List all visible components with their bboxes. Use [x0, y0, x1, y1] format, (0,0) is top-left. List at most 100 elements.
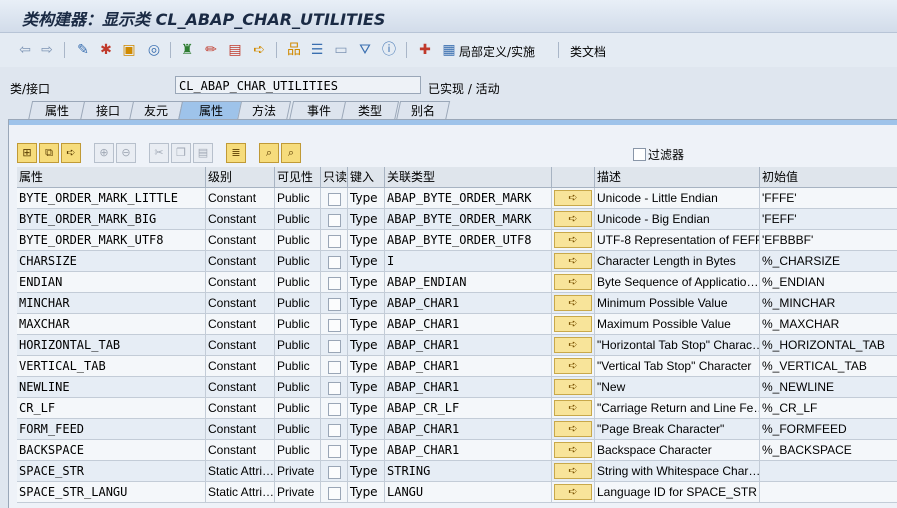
associated-type-cell[interactable]: ABAP_BYTE_ORDER_MARK — [385, 209, 552, 230]
level-cell[interactable]: Constant — [206, 377, 275, 398]
goto-type-icon[interactable]: ➪ — [554, 463, 592, 479]
typing-cell[interactable]: Type — [348, 293, 385, 314]
attribute-name-cell[interactable]: BYTE_ORDER_MARK_LITTLE — [17, 188, 206, 209]
visibility-cell[interactable]: Public — [275, 230, 321, 251]
tab-3[interactable]: 属性 — [177, 101, 245, 121]
associated-type-cell[interactable]: ABAP_CHAR1 — [385, 419, 552, 440]
level-cell[interactable]: Constant — [206, 230, 275, 251]
col-visibility-header[interactable]: 可见性 — [275, 167, 321, 187]
attribute-name-cell[interactable]: ENDIAN — [17, 272, 206, 293]
associated-type-cell[interactable]: I — [385, 251, 552, 272]
col-readonly-header[interactable]: 只读 — [321, 167, 348, 187]
visibility-cell[interactable]: Public — [275, 293, 321, 314]
visibility-cell[interactable]: Public — [275, 377, 321, 398]
table-row[interactable]: BACKSPACE Constant Public Type ABAP_CHAR1 ➪ Ba… — [17, 440, 897, 461]
goto-type-icon[interactable]: ➪ — [554, 211, 592, 227]
jump-cell[interactable]: ➪ — [552, 419, 595, 440]
readonly-cell[interactable] — [321, 335, 348, 356]
readonly-checkbox[interactable] — [328, 235, 341, 248]
level-cell[interactable]: Constant — [206, 188, 275, 209]
readonly-checkbox[interactable] — [328, 466, 341, 479]
description-cell[interactable]: Byte Sequence of Applicatio… — [595, 272, 760, 293]
level-cell[interactable]: Constant — [206, 272, 275, 293]
jump-cell[interactable]: ➪ — [552, 251, 595, 272]
readonly-cell[interactable] — [321, 251, 348, 272]
local-def-icon[interactable]: ✚ — [416, 41, 434, 59]
execute-icon[interactable]: ➪ — [250, 41, 268, 59]
attribute-name-cell[interactable]: MINCHAR — [17, 293, 206, 314]
description-cell[interactable]: "Carriage Return and Line Fe… — [595, 398, 760, 419]
readonly-cell[interactable] — [321, 272, 348, 293]
level-cell[interactable]: Constant — [206, 419, 275, 440]
attribute-name-cell[interactable]: FORM_FEED — [17, 419, 206, 440]
associated-type-cell[interactable]: ABAP_CHAR1 — [385, 440, 552, 461]
level-cell[interactable]: Constant — [206, 440, 275, 461]
local-definitions-button[interactable]: 局部定义/实施 — [459, 43, 535, 60]
table-row[interactable]: CHARSIZE Constant Public Type I ➪ Character Le… — [17, 251, 897, 272]
typing-cell[interactable]: Type — [348, 314, 385, 335]
col-initial-value-header[interactable]: 初始值 — [760, 167, 897, 187]
visibility-cell[interactable]: Public — [275, 209, 321, 230]
description-cell[interactable]: Maximum Possible Value — [595, 314, 760, 335]
initial-value-cell[interactable]: %_ENDIAN — [760, 272, 897, 293]
jump-cell[interactable]: ➪ — [552, 482, 595, 503]
visibility-cell[interactable]: Public — [275, 398, 321, 419]
attribute-name-cell[interactable]: HORIZONTAL_TAB — [17, 335, 206, 356]
associated-type-cell[interactable]: ABAP_CR_LF — [385, 398, 552, 419]
readonly-checkbox[interactable] — [328, 298, 341, 311]
readonly-checkbox[interactable] — [328, 340, 341, 353]
associated-type-cell[interactable]: ABAP_CHAR1 — [385, 377, 552, 398]
paste-icon[interactable]: ▤ — [193, 143, 213, 163]
info-icon[interactable]: ⓘ — [380, 41, 398, 59]
typing-cell[interactable]: Type — [348, 482, 385, 503]
description-cell[interactable]: UTF-8 Representation of FEFF — [595, 230, 760, 251]
initial-value-cell[interactable]: %_CHARSIZE — [760, 251, 897, 272]
sort-icon[interactable]: ≣ — [226, 143, 246, 163]
associated-type-cell[interactable]: STRING — [385, 461, 552, 482]
frame-icon[interactable]: ▭ — [332, 41, 350, 59]
col-level-header[interactable]: 级别 — [206, 167, 275, 187]
visibility-cell[interactable]: Private — [275, 482, 321, 503]
readonly-checkbox[interactable] — [328, 193, 341, 206]
typing-cell[interactable]: Type — [348, 356, 385, 377]
visibility-cell[interactable]: Public — [275, 251, 321, 272]
typing-cell[interactable]: Type — [348, 440, 385, 461]
initial-value-cell[interactable]: %_HORIZONTAL_TAB — [760, 335, 897, 356]
jump-cell[interactable]: ➪ — [552, 314, 595, 335]
description-cell[interactable]: Minimum Possible Value — [595, 293, 760, 314]
pencil-glasses-icon[interactable]: ✎ — [74, 41, 92, 59]
typing-cell[interactable]: Type — [348, 188, 385, 209]
description-cell[interactable]: "Vertical Tab Stop" Character — [595, 356, 760, 377]
table-row[interactable]: BYTE_ORDER_MARK_UTF8 Constant Public Type AB… — [17, 230, 897, 251]
initial-value-cell[interactable]: 'FFFE' — [760, 188, 897, 209]
filter-icon[interactable]: ⛛ — [356, 41, 374, 59]
goto-type-icon[interactable]: ➪ — [554, 274, 592, 290]
table-row[interactable]: SPACE_STR Static Attri… Private Type STRING ➪… — [17, 461, 897, 482]
attribute-name-cell[interactable]: NEWLINE — [17, 377, 206, 398]
table-row[interactable]: FORM_FEED Constant Public Type ABAP_CHAR1 ➪ "P… — [17, 419, 897, 440]
typing-cell[interactable]: Type — [348, 230, 385, 251]
description-cell[interactable]: Character Length in Bytes — [595, 251, 760, 272]
initial-value-cell[interactable]: %_FORMFEED — [760, 419, 897, 440]
find-icon[interactable]: ⌕ — [259, 143, 279, 163]
display-object-icon[interactable]: ▤ — [226, 41, 244, 59]
initial-value-cell[interactable]: %_BACKSPACE — [760, 440, 897, 461]
visibility-cell[interactable]: Public — [275, 188, 321, 209]
description-cell[interactable]: "New — [595, 377, 760, 398]
readonly-checkbox[interactable] — [328, 256, 341, 269]
goto-type-icon[interactable]: ➪ — [554, 400, 592, 416]
class-name-field[interactable]: CL_ABAP_CHAR_UTILITIES — [175, 76, 421, 94]
tab-0[interactable]: 属性 — [27, 101, 87, 121]
goto-type-icon[interactable]: ➪ — [554, 379, 592, 395]
readonly-cell[interactable] — [321, 314, 348, 335]
objects-icon[interactable]: ✱ — [97, 41, 115, 59]
attribute-name-cell[interactable]: BACKSPACE — [17, 440, 206, 461]
attribute-name-cell[interactable]: MAXCHAR — [17, 314, 206, 335]
object-list-icon[interactable]: ▣ — [120, 41, 138, 59]
tab-5[interactable]: 事件 — [288, 101, 350, 121]
class-documentation-button[interactable]: 类文档 — [570, 43, 606, 60]
typing-cell[interactable]: Type — [348, 398, 385, 419]
visibility-cell[interactable]: Private — [275, 461, 321, 482]
typing-cell[interactable]: Type — [348, 461, 385, 482]
copy-icon[interactable]: ❐ — [171, 143, 191, 163]
